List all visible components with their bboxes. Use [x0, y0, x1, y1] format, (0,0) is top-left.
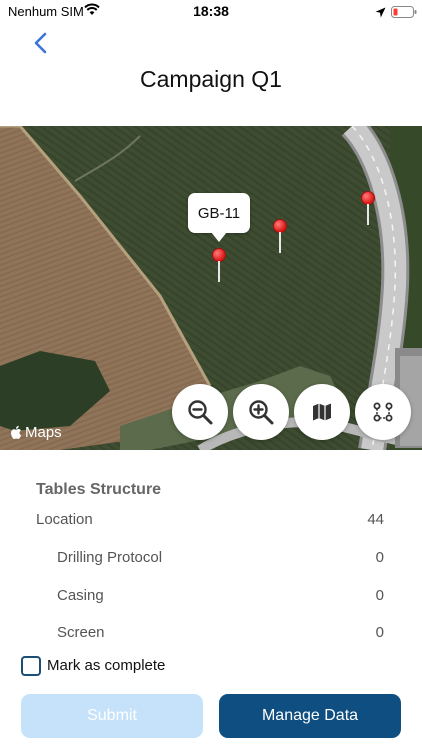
- map-pin[interactable]: [273, 219, 289, 255]
- zoom-out-button[interactable]: [172, 384, 228, 440]
- maps-attribution-label: Maps: [25, 424, 62, 441]
- maps-attribution: Maps: [10, 424, 62, 441]
- map-type-icon: [313, 403, 331, 421]
- location-arrow-icon: [375, 5, 386, 23]
- page-title: Campaign Q1: [140, 66, 282, 92]
- mark-complete-toggle[interactable]: Mark as complete: [21, 655, 165, 676]
- pin-callout[interactable]: GB-11: [188, 193, 250, 242]
- mark-complete-checkbox[interactable]: [21, 655, 41, 676]
- structure-row-label: Drilling Protocol: [57, 549, 163, 566]
- structure-row-label: Location: [36, 511, 93, 528]
- zoom-out-icon: [188, 400, 213, 425]
- apple-logo-icon: [11, 425, 22, 439]
- chevron-left-icon: [34, 32, 47, 54]
- map-pin-selected[interactable]: [212, 248, 228, 284]
- map-type-button[interactable]: [294, 384, 350, 440]
- route-button[interactable]: [355, 384, 411, 440]
- map-pin[interactable]: [361, 191, 377, 227]
- tables-structure-title: Tables Structure: [36, 481, 162, 498]
- manage-data-button[interactable]: Manage Data: [219, 694, 401, 738]
- structure-row-label: Screen: [57, 624, 105, 641]
- structure-row-count: 0: [375, 587, 384, 604]
- structure-row-count: 0: [375, 549, 384, 566]
- back-button[interactable]: [28, 30, 54, 56]
- status-bar: Nenhum SIM 18:38: [0, 0, 422, 24]
- zoom-in-icon: [249, 400, 274, 425]
- mark-complete-label: Mark as complete: [47, 657, 166, 674]
- structure-row-count: 0: [375, 624, 384, 641]
- tables-structure-panel: Tables Structure Location 44 Drilling Pr…: [18, 463, 404, 641]
- zoom-in-button[interactable]: [233, 384, 289, 440]
- submit-button[interactable]: Submit: [21, 694, 203, 738]
- structure-row: Casing 0: [18, 584, 404, 608]
- structure-row: Location 44: [18, 508, 404, 532]
- structure-row-label: Casing: [57, 587, 104, 604]
- structure-row: Screen 0: [18, 621, 404, 645]
- callout-label: GB-11: [197, 204, 241, 222]
- clock: 18:38: [193, 3, 229, 19]
- structure-row: Drilling Protocol 0: [18, 546, 404, 570]
- battery-icon: [391, 5, 417, 23]
- structure-row-count: 44: [367, 511, 384, 528]
- route-icon: [373, 402, 393, 422]
